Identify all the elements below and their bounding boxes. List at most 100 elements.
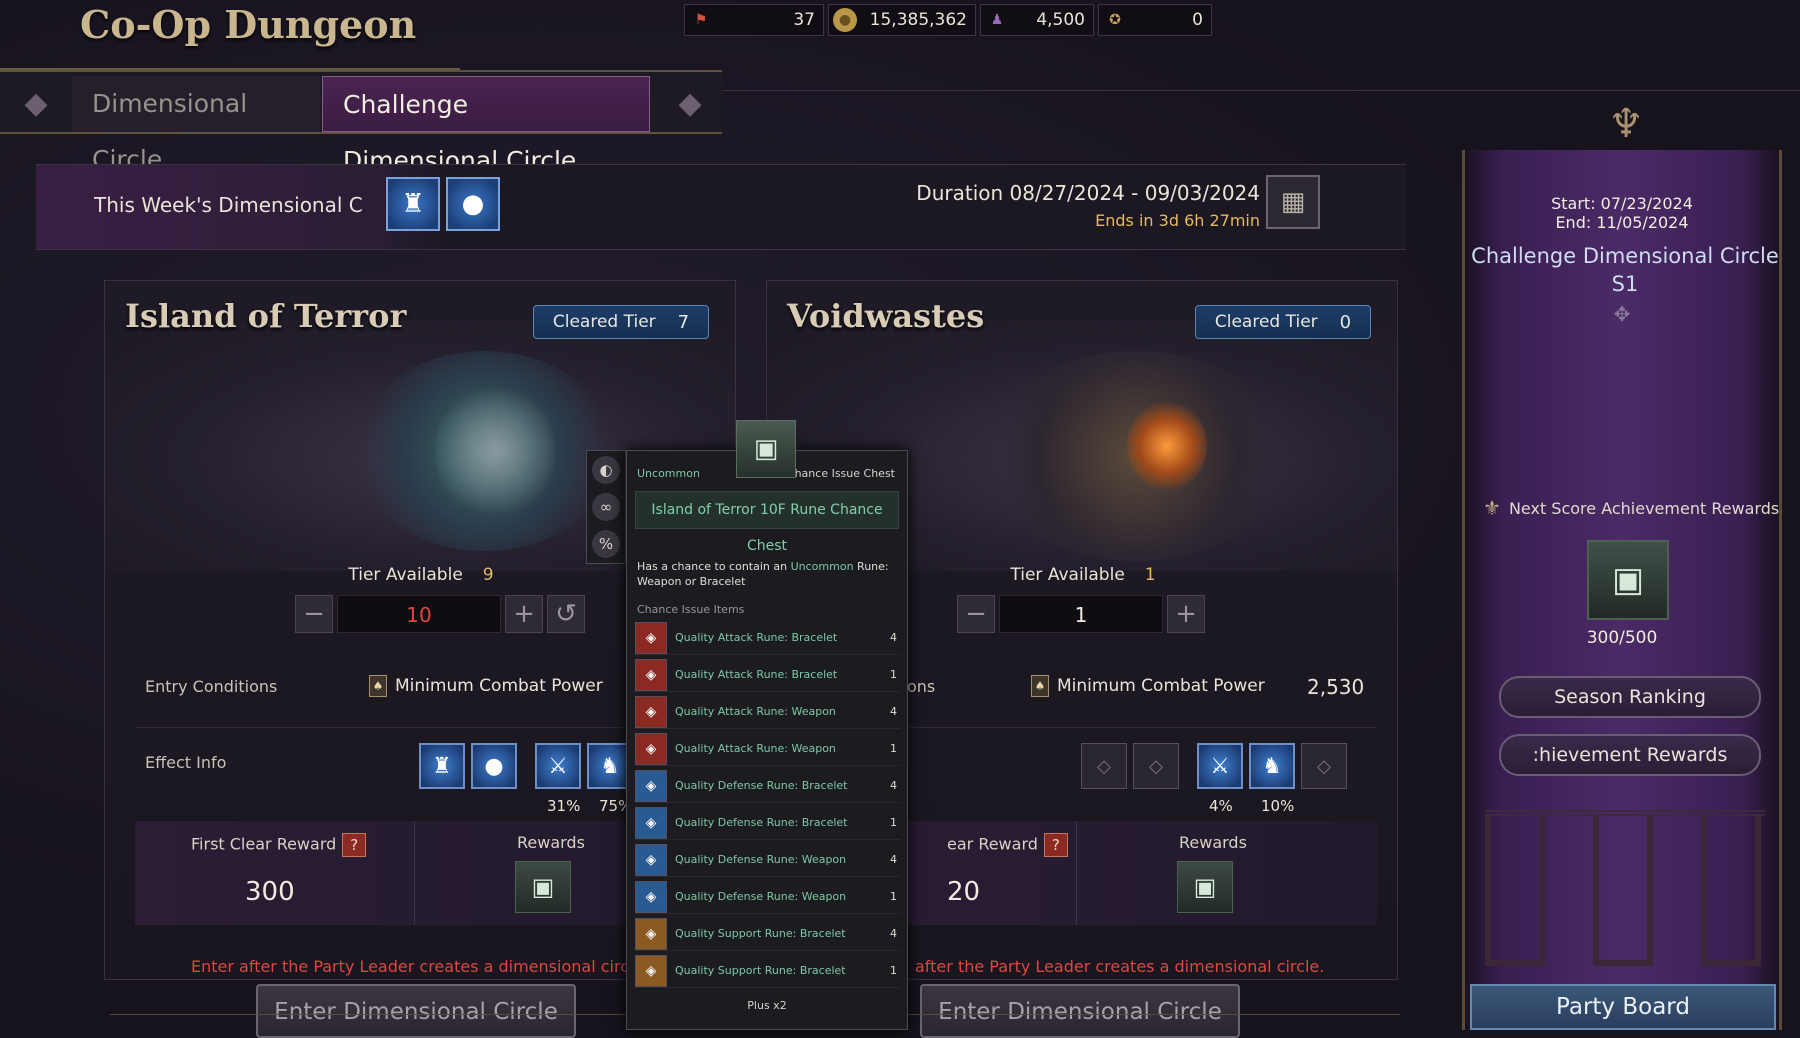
tab-next-arrow-icon[interactable]: ◆ <box>664 78 716 130</box>
first-clear-reward: First Clear Reward? 300 <box>135 821 415 925</box>
arch <box>1593 816 1653 966</box>
list-item[interactable]: ◈ Quality Attack Rune: Weapon 1 <box>635 732 901 766</box>
duration-remaining: Ends in 3d 6h 27min <box>1095 211 1260 230</box>
effect-percent: 4% <box>1209 797 1233 815</box>
locked-slot-icon: ◇ <box>1081 743 1127 789</box>
tier-increment-button[interactable]: + <box>1167 595 1205 633</box>
list-item[interactable]: ◈ Quality Defense Rune: Bracelet 1 <box>635 806 901 840</box>
item-name: Quality Attack Rune: Weapon <box>675 705 836 718</box>
item-qty: 4 <box>890 853 897 866</box>
list-item[interactable]: ◈ Quality Support Rune: Bracelet 1 <box>635 954 901 988</box>
season-banner: Start: 07/23/2024 End: 11/05/2024 Challe… <box>1462 150 1782 1030</box>
season-start: Start: 07/23/2024 <box>1551 194 1693 213</box>
season-ranking-button[interactable]: Season Ranking <box>1499 676 1761 718</box>
mouse-icon[interactable]: ◐ <box>592 455 620 484</box>
rune-icon: ◈ <box>635 732 667 765</box>
first-clear-label-text: ear Reward <box>947 834 1038 854</box>
tab-challenge-dimensional-circle[interactable]: Challenge Dimensional Circle <box>322 76 650 175</box>
cleared-tier-badge: Cleared Tier 0 <box>1195 305 1371 339</box>
cleared-tier-value: 0 <box>1339 311 1352 333</box>
chest-icon[interactable]: ▣ <box>515 861 571 913</box>
bomb-icon[interactable]: ● <box>446 177 500 231</box>
item-name: Quality Support Rune: Bracelet <box>675 964 846 977</box>
min-combat-power-label: Minimum Combat Power <box>1057 676 1265 696</box>
list-item[interactable]: ◈ Quality Support Rune: Bracelet 4 <box>635 917 901 951</box>
arch <box>1485 816 1545 966</box>
item-name: Quality Defense Rune: Bracelet <box>675 779 848 792</box>
tooltip-description: Has a chance to contain an Uncommon Rune… <box>637 559 901 589</box>
ornament-icon: ✥ <box>1613 302 1631 326</box>
tab-prev-arrow-icon[interactable]: ◆ <box>10 78 62 130</box>
locked-slot-icon: ◇ <box>1133 743 1179 789</box>
tooltip-plus: Plus x2 <box>747 999 787 1012</box>
totem-icon[interactable]: ♜ <box>419 743 465 789</box>
combat-power-icon: ♠ <box>1031 675 1049 697</box>
first-clear-label: ear Reward? <box>947 833 1068 857</box>
list-item[interactable]: ◈ Quality Attack Rune: Bracelet 4 <box>635 621 901 655</box>
tier-decrement-button[interactable]: − <box>295 595 333 633</box>
list-item[interactable]: ◈ Quality Defense Rune: Bracelet 4 <box>635 769 901 803</box>
tooltip-item-list: ◈ Quality Attack Rune: Bracelet 4 ◈ Quality … <box>635 621 901 991</box>
first-clear-value: 300 <box>245 877 295 907</box>
percent-icon[interactable]: % <box>592 530 620 559</box>
season-dates: Start: 07/23/2024 End: 11/05/2024 <box>1465 194 1779 232</box>
tier-value[interactable]: 10 <box>337 595 501 633</box>
item-name: Quality Defense Rune: Bracelet <box>675 816 848 829</box>
min-combat-power: ♠ Minimum Combat Power <box>369 675 603 697</box>
help-icon[interactable]: ? <box>342 833 367 857</box>
crossed-swords-icon[interactable]: ⚔ <box>1197 743 1243 789</box>
item-name: Quality Attack Rune: Bracelet <box>675 631 838 644</box>
first-clear-value: 20 <box>947 877 981 907</box>
divider <box>722 90 1800 91</box>
totem-icon[interactable]: ♜ <box>386 177 440 231</box>
party-board-button[interactable]: Party Board <box>1470 984 1776 1030</box>
bomb-icon[interactable]: ● <box>471 743 517 789</box>
strength-icon[interactable]: ♞ <box>1249 743 1295 789</box>
tier-value[interactable]: 1 <box>999 595 1163 633</box>
item-qty: 4 <box>890 779 897 792</box>
calendar-button[interactable]: ▦ <box>1266 175 1320 229</box>
tab-bar: ◆ Dimensional Circle Challenge Dimension… <box>0 70 722 175</box>
achievement-rewards-button[interactable]: :hievement Rewards <box>1499 734 1761 776</box>
crest-icon: ✪ <box>1109 12 1121 28</box>
item-qty: 1 <box>890 964 897 977</box>
flag-icon: ⚑ <box>694 12 708 28</box>
week-bar: This Week's Dimensional Ci ♜ ● Duration … <box>36 164 1406 250</box>
crossed-swords-icon[interactable]: ⚔ <box>535 743 581 789</box>
tier-available-value: 1 <box>1144 565 1156 585</box>
title-ornament <box>0 50 460 70</box>
tier-decrement-button[interactable]: − <box>957 595 995 633</box>
tooltip-type: Chance Issue Chest <box>786 467 895 480</box>
help-icon[interactable]: ? <box>1043 833 1068 857</box>
item-qty: 1 <box>890 890 897 903</box>
tier-reset-button[interactable]: ↺ <box>547 595 585 633</box>
list-item[interactable]: ◈ Quality Attack Rune: Weapon 4 <box>635 695 901 729</box>
effect-percent: 31% <box>547 797 581 815</box>
season-end: End: 11/05/2024 <box>1555 213 1689 232</box>
hooded-figure-icon: ♟ <box>990 12 1004 28</box>
list-item[interactable]: ◈ Quality Defense Rune: Weapon 4 <box>635 843 901 877</box>
tier-increment-button[interactable]: + <box>505 595 543 633</box>
cleared-tier-badge: Cleared Tier 7 <box>533 305 709 339</box>
item-qty: 1 <box>890 742 897 755</box>
tooltip-side-buttons: ◐ ∞ % <box>586 450 626 564</box>
dungeon-name: Voidwastes <box>787 297 985 335</box>
rune-icon: ◈ <box>635 621 667 654</box>
entry-warning: Enter after the Party Leader creates a d… <box>191 957 634 976</box>
combat-power-icon: ♠ <box>369 675 387 697</box>
tier-available-value: 9 <box>482 565 494 585</box>
link-icon[interactable]: ∞ <box>592 492 620 521</box>
tab-dimensional-circle[interactable]: Dimensional Circle <box>72 76 320 174</box>
dungeon-name: Island of Terror <box>125 297 407 335</box>
list-item[interactable]: ◈ Quality Attack Rune: Bracelet 1 <box>635 658 901 692</box>
chest-icon[interactable]: ▣ <box>1587 540 1669 620</box>
chest-icon[interactable]: ▣ <box>1177 861 1233 913</box>
week-label: This Week's Dimensional Ci <box>94 193 362 217</box>
rune-icon: ◈ <box>635 695 667 728</box>
list-item[interactable]: ◈ Quality Defense Rune: Weapon 1 <box>635 880 901 914</box>
entry-conditions-label: Entry Conditions <box>145 677 278 696</box>
currency-crest: ✪ 0 <box>1098 4 1212 36</box>
item-name: Quality Defense Rune: Weapon <box>675 853 847 866</box>
season-score: 300/500 <box>1586 628 1658 648</box>
rune-icon: ◈ <box>635 843 667 876</box>
